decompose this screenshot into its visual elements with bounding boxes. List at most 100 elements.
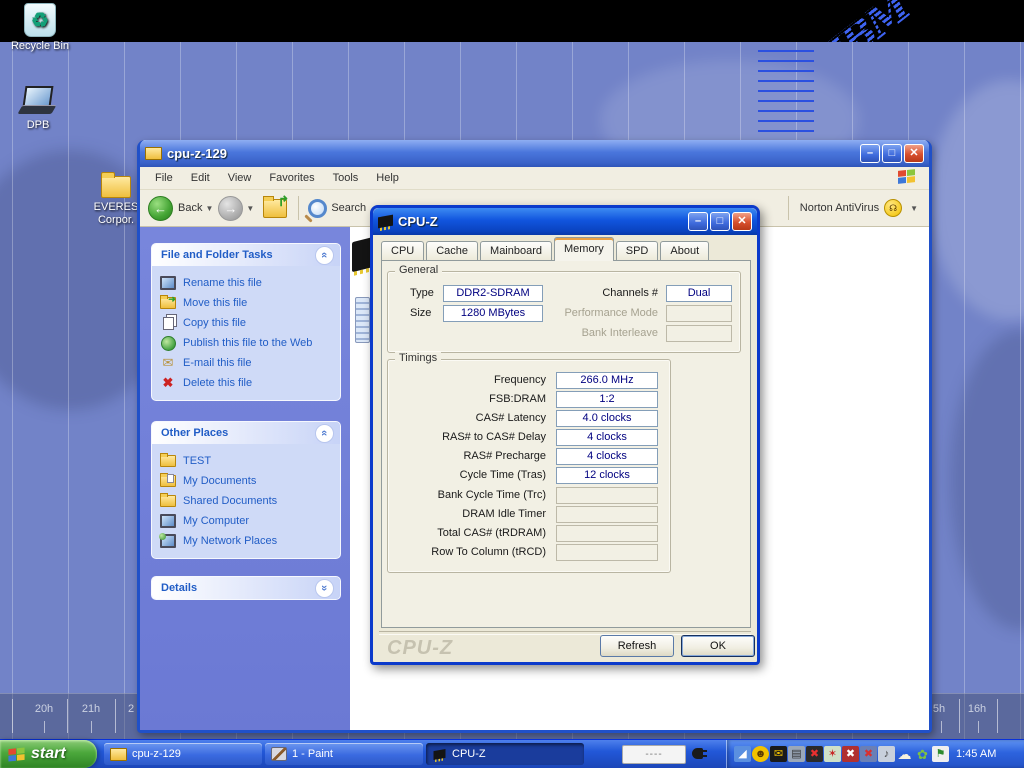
taskbar-toolbar-button[interactable]: ---- bbox=[622, 745, 686, 764]
other-places-header[interactable]: Other Places « bbox=[152, 422, 340, 444]
minimize-button[interactable]: – bbox=[688, 212, 708, 231]
ok-button[interactable]: OK bbox=[681, 635, 755, 657]
search-button-label[interactable]: Search bbox=[331, 202, 366, 214]
windows-logo-icon bbox=[898, 169, 915, 184]
start-button-label: start bbox=[31, 745, 66, 763]
norton-antivirus-tray-icon[interactable]: ☻ bbox=[752, 746, 769, 762]
utility-tray-icon[interactable]: ✿ bbox=[914, 746, 931, 762]
folder-icon bbox=[160, 495, 176, 507]
tab-cpu[interactable]: CPU bbox=[381, 241, 424, 261]
alert-users-tray-icon[interactable]: ✶ bbox=[824, 746, 841, 762]
volume-tray-icon[interactable]: ♪ bbox=[878, 746, 895, 762]
taskbar-clock[interactable]: 1:45 AM bbox=[956, 748, 996, 760]
pc-error-tray-icon[interactable]: ✖ bbox=[842, 746, 859, 762]
task-item-label[interactable]: Move this file bbox=[183, 297, 247, 309]
search-icon[interactable] bbox=[308, 199, 327, 218]
collapse-chevron-icon[interactable]: « bbox=[315, 246, 334, 265]
task-item-email-this-file[interactable]: ✉ E-mail this file bbox=[160, 353, 336, 373]
desktop-icon-recycle-bin[interactable]: ♻ Recycle Bin bbox=[2, 3, 78, 53]
collapse-chevron-icon[interactable]: « bbox=[315, 424, 334, 443]
place-item-label[interactable]: My Network Places bbox=[183, 535, 277, 547]
task-item-label[interactable]: Delete this file bbox=[183, 377, 252, 389]
task-item-label[interactable]: Publish this file to the Web bbox=[183, 337, 312, 349]
other-places-panel: Other Places « TEST My Documents bbox=[151, 421, 341, 559]
network-status-tray-icon[interactable]: ▤ bbox=[788, 746, 805, 762]
task-item-label[interactable]: Copy this file bbox=[183, 317, 246, 329]
timing-value: 4 clocks bbox=[556, 429, 658, 446]
menu-item-edit[interactable]: Edit bbox=[182, 169, 219, 187]
tab-about[interactable]: About bbox=[660, 241, 709, 261]
place-item-test[interactable]: TEST bbox=[160, 451, 336, 471]
maximize-button[interactable]: □ bbox=[710, 212, 730, 231]
task-item-label[interactable]: Rename this file bbox=[183, 277, 262, 289]
refresh-button[interactable]: Refresh bbox=[600, 635, 674, 657]
firewall-tray-icon[interactable]: ◢ bbox=[734, 746, 751, 762]
task-item-delete-this-file[interactable]: ✖ Delete this file bbox=[160, 373, 336, 393]
timezone-label: 20h bbox=[35, 703, 53, 715]
taskbar-task-cpuz[interactable]: CPU-Z bbox=[426, 743, 584, 765]
tab-spd[interactable]: SPD bbox=[616, 241, 659, 261]
place-item-shared-documents[interactable]: Shared Documents bbox=[160, 491, 336, 511]
place-item-my-computer[interactable]: My Computer bbox=[160, 511, 336, 531]
place-item-label[interactable]: My Computer bbox=[183, 515, 249, 527]
size-value: 1280 MBytes bbox=[443, 305, 543, 322]
close-button[interactable]: ✕ bbox=[732, 212, 752, 231]
dimm-file-icon[interactable] bbox=[355, 297, 370, 343]
place-item-my-documents[interactable]: My Documents bbox=[160, 471, 336, 491]
details-header[interactable]: Details » bbox=[152, 577, 340, 599]
expand-chevron-icon[interactable]: » bbox=[315, 579, 334, 598]
minimize-button[interactable]: – bbox=[860, 144, 880, 163]
tab-memory[interactable]: Memory bbox=[554, 237, 614, 261]
place-item-label[interactable]: TEST bbox=[183, 455, 211, 467]
scheduler-tray-icon[interactable]: ⚑ bbox=[932, 746, 949, 762]
task-item-copy-this-file[interactable]: Copy this file bbox=[160, 313, 336, 333]
timezone-label: 16h bbox=[968, 703, 986, 715]
timezone-tick bbox=[978, 721, 979, 733]
up-folder-button[interactable]: ↱ bbox=[263, 199, 287, 218]
task-item-rename-this-file[interactable]: Rename this file bbox=[160, 273, 336, 293]
tab-mainboard[interactable]: Mainboard bbox=[480, 241, 552, 261]
start-button[interactable]: start bbox=[0, 740, 97, 768]
cpuz-titlebar[interactable]: CPU-Z – □ ✕ bbox=[373, 208, 757, 235]
taskbar-task-cpu-z-129[interactable]: cpu-z-129 bbox=[104, 743, 262, 765]
timing-value: 12 clocks bbox=[556, 467, 658, 484]
ghost-agent-tray-icon[interactable]: ☁ bbox=[896, 746, 913, 762]
back-button[interactable]: ← bbox=[148, 196, 173, 221]
forward-button[interactable]: → bbox=[218, 196, 243, 221]
menu-item-help[interactable]: Help bbox=[367, 169, 408, 187]
folder-icon bbox=[160, 455, 176, 467]
close-button[interactable]: ✕ bbox=[904, 144, 924, 163]
desktop-icon-dpb[interactable]: DPB bbox=[0, 82, 76, 132]
taskbar-task-paint[interactable]: 1 - Paint bbox=[265, 743, 423, 765]
copy-icon bbox=[160, 317, 176, 330]
norton-dropdown-caret[interactable]: ▼ bbox=[910, 204, 918, 213]
explorer-task-pane: File and Folder Tasks « Rename this file… bbox=[140, 227, 350, 730]
menu-item-favorites[interactable]: Favorites bbox=[260, 169, 323, 187]
place-item-label[interactable]: Shared Documents bbox=[183, 495, 277, 507]
power-plug-icon[interactable] bbox=[692, 748, 703, 759]
explorer-titlebar[interactable]: cpu-z-129 – □ ✕ bbox=[140, 140, 929, 167]
forward-dropdown-caret[interactable]: ▼ bbox=[246, 204, 254, 213]
task-item-move-this-file[interactable]: ➜ Move this file bbox=[160, 293, 336, 313]
back-button-label[interactable]: Back bbox=[178, 202, 202, 214]
mail-protection-tray-icon[interactable]: ✉ bbox=[770, 746, 787, 762]
timing-label: Bank Cycle Time (Trc) bbox=[388, 487, 546, 504]
task-item-label[interactable]: E-mail this file bbox=[183, 357, 251, 369]
maximize-button[interactable]: □ bbox=[882, 144, 902, 163]
norton-antivirus-toolbar[interactable]: Norton AntiVirus ☊ ▼ bbox=[788, 190, 923, 226]
task-item-publish-this-file[interactable]: Publish this file to the Web bbox=[160, 333, 336, 353]
menu-item-view[interactable]: View bbox=[219, 169, 261, 187]
place-item-my-network-places[interactable]: My Network Places bbox=[160, 531, 336, 551]
bank-interleave-value bbox=[666, 325, 732, 342]
menu-item-tools[interactable]: Tools bbox=[324, 169, 368, 187]
timing-label: DRAM Idle Timer bbox=[388, 506, 546, 523]
place-item-label[interactable]: My Documents bbox=[183, 475, 256, 487]
blocked-program-tray-icon[interactable]: ✖ bbox=[806, 746, 823, 762]
file-tasks-header[interactable]: File and Folder Tasks « bbox=[152, 244, 340, 266]
menu-item-file[interactable]: File bbox=[146, 169, 182, 187]
type-label: Type bbox=[410, 285, 434, 302]
tab-cache[interactable]: Cache bbox=[426, 241, 478, 261]
back-dropdown-caret[interactable]: ▼ bbox=[205, 204, 213, 213]
wireless-off-tray-icon[interactable]: ✖ bbox=[860, 746, 877, 762]
timezone-tick bbox=[997, 699, 998, 733]
